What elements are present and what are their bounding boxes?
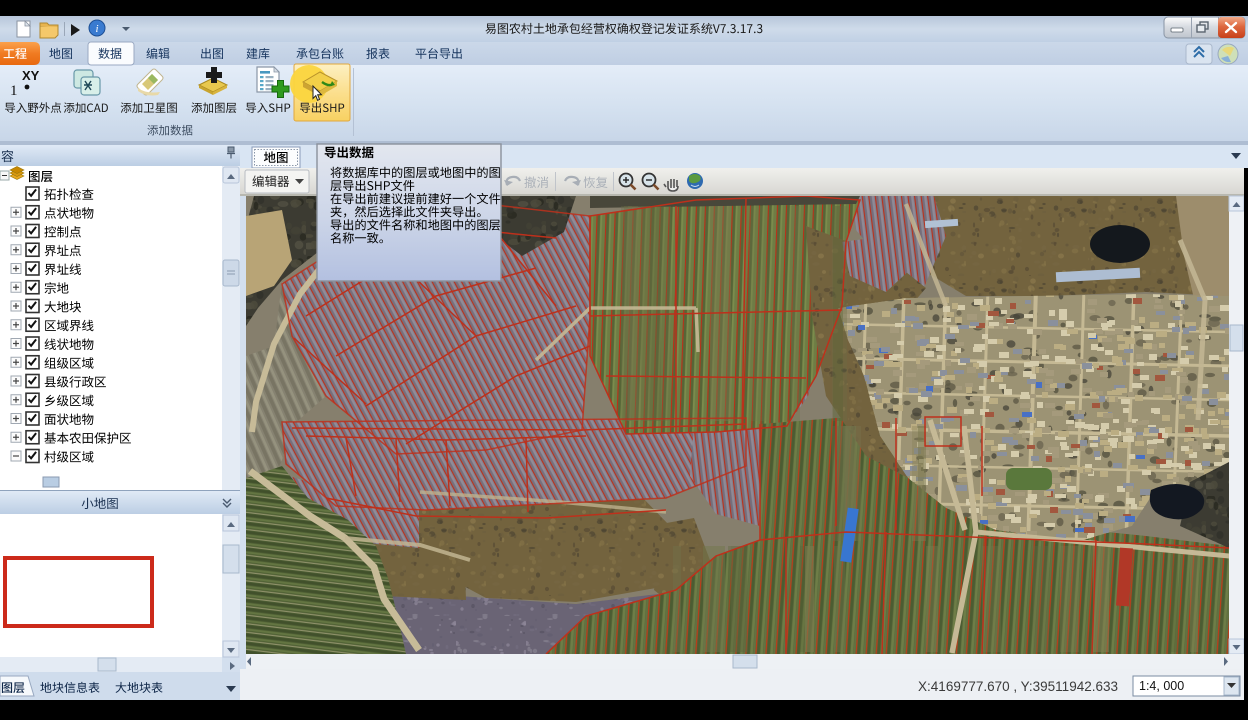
svg-text:1:4, 000: 1:4, 000 (1139, 679, 1184, 693)
svg-text:i: i (95, 23, 98, 35)
svg-text:X:4169777.670 , Y:39511942.633: X:4169777.670 , Y:39511942.633 (918, 679, 1118, 694)
svg-text:1: 1 (10, 83, 18, 99)
svg-text:XY: XY (22, 68, 40, 83)
